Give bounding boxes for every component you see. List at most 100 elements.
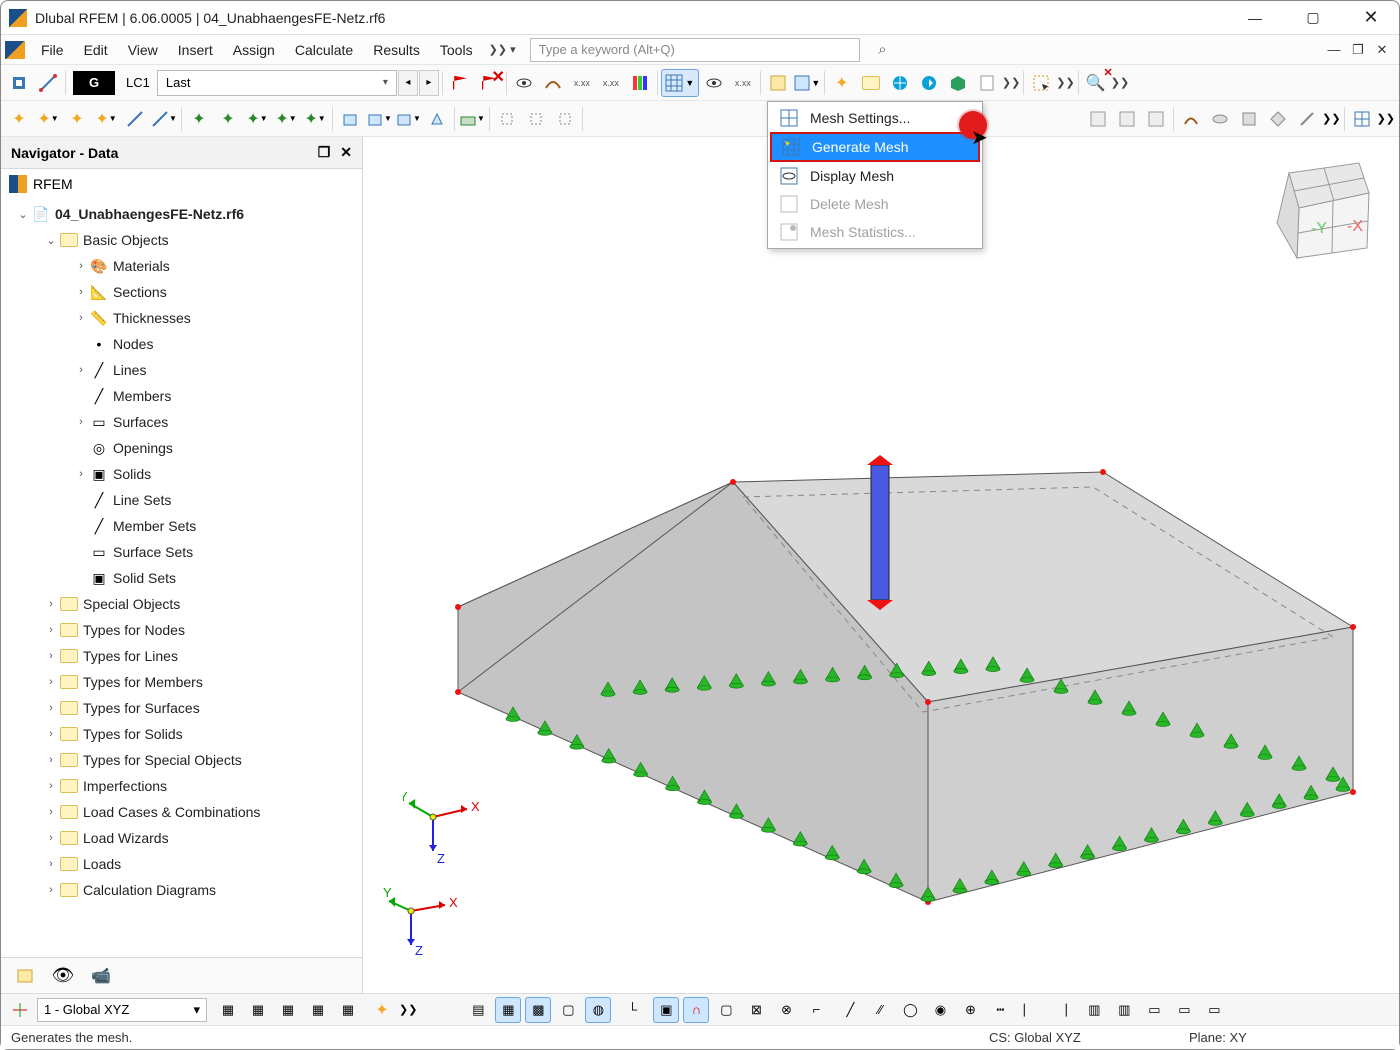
snap-btn-5[interactable]: ▦ [335,997,361,1023]
new-node-button[interactable] [5,69,33,97]
osnap-dash[interactable]: ┅ [987,997,1013,1023]
snap-overflow-icon[interactable]: ❯❯ [399,1003,417,1016]
tree-folder-load-wizards[interactable]: ›Load Wizards [1,825,362,851]
package-button[interactable] [944,69,972,97]
generate-mesh-item[interactable]: Generate Mesh [770,132,980,162]
t2-btn-right-3[interactable] [1142,105,1170,133]
tree-item-surface-sets[interactable]: ▭Surface Sets [1,539,362,565]
menu-view[interactable]: View [118,38,168,62]
tree-folder-calculation-diagrams[interactable]: ›Calculation Diagrams [1,877,362,903]
t2-btn-1[interactable]: ✦ [5,105,33,133]
show-deform-button[interactable] [539,69,567,97]
nav-tab-display-button[interactable]: 👁 [49,963,77,989]
osnap-dline[interactable]: ⁄⁄ [867,997,893,1023]
menu-file[interactable]: File [31,38,74,62]
loadcase-selector[interactable]: Last ▾ [157,70,397,96]
t2-btn-right-2[interactable] [1113,105,1141,133]
snap-L[interactable]: └ [619,997,645,1023]
tree-item-thicknesses[interactable]: ›📏Thicknesses [1,305,362,331]
t2-btn-7[interactable]: ✦ [185,105,213,133]
snap-grid-2[interactable]: ▦ [495,997,521,1023]
osnap-corner[interactable]: ⌐ [803,997,829,1023]
toolbar2-overflow2-icon[interactable]: ❯❯ [1377,112,1395,125]
osnap-circ1[interactable]: ◯ [897,997,923,1023]
t2-btn-right-7[interactable] [1264,105,1292,133]
snap-btn-4[interactable]: ▦ [305,997,331,1023]
tree-folder-types-for-special-objects[interactable]: ›Types for Special Objects [1,747,362,773]
osnap-line[interactable]: ╱ [837,997,863,1023]
tree-folder-types-for-solids[interactable]: ›Types for Solids [1,721,362,747]
tree-folder-loads[interactable]: ›Loads [1,851,362,877]
snap-btn-2[interactable]: ▦ [245,997,271,1023]
toolbar1-overflow2-icon[interactable]: ❯❯ [1056,76,1074,89]
t2-btn-right-5[interactable] [1206,105,1234,133]
calc-dropdown-button[interactable]: ▼ [793,69,821,97]
tree-folder-types-for-lines[interactable]: ›Types for Lines [1,643,362,669]
tree-item-solids[interactable]: ›▣Solids [1,461,362,487]
tree-folder-types-for-surfaces[interactable]: ›Types for Surfaces [1,695,362,721]
osnap-r1[interactable]: ▥ [1081,997,1107,1023]
tree-item-materials[interactable]: ›🎨Materials [1,253,362,279]
t2-btn-8[interactable]: ✦ [214,105,242,133]
tree-item-members[interactable]: ╱Members [1,383,362,409]
menu-results[interactable]: Results [363,38,430,62]
menu-edit[interactable]: Edit [74,38,118,62]
search-icon[interactable]: ⌕ [878,41,886,58]
close-button[interactable]: ✕ [1351,4,1391,32]
calc-button[interactable] [764,69,792,97]
mesh-settings-item[interactable]: Mesh Settings... [770,104,980,132]
maximize-button[interactable]: ▢ [1293,4,1333,32]
display-mesh-item[interactable]: Display Mesh [770,162,980,190]
panel-dock-button[interactable]: ❐ [318,144,331,161]
osnap-magnet[interactable]: ∩ [683,997,709,1023]
show-values-button[interactable] [510,69,538,97]
t2-btn-18[interactable] [522,105,550,133]
snap-grid-1[interactable]: ▤ [465,997,491,1023]
osnap-r4[interactable]: ▭ [1171,997,1197,1023]
tree-folder-types-for-members[interactable]: ›Types for Members [1,669,362,695]
keyword-search-input[interactable]: Type a keyword (Alt+Q) ⌕ [530,38,860,62]
tree-folder-special-objects[interactable]: ›Special Objects [1,591,362,617]
mdi-minimize-button[interactable]: — [1325,41,1343,59]
tree-item-solid-sets[interactable]: ▣Solid Sets [1,565,362,591]
panel-close-button[interactable]: ✕ [340,144,352,161]
t2-btn-right-4[interactable] [1177,105,1205,133]
snap-btn-star[interactable]: ✦ [369,997,395,1023]
model-viewport[interactable]: -Y -X [363,137,1399,993]
mdi-close-button[interactable]: ✕ [1373,41,1391,59]
osnap-r2[interactable]: ▥ [1111,997,1137,1023]
t2-btn-2[interactable]: ✦▼ [34,105,62,133]
osnap-circ2[interactable]: ◉ [927,997,953,1023]
tree-folder-imperfections[interactable]: ›Imperfections [1,773,362,799]
color-scale-button[interactable] [626,69,654,97]
tree-item-openings[interactable]: ◎Openings [1,435,362,461]
tree-item-line-sets[interactable]: ╱Line Sets [1,487,362,513]
new-line-button[interactable] [34,69,62,97]
nav-tab-data-button[interactable] [11,963,39,989]
tree-item-lines[interactable]: ›╱Lines [1,357,362,383]
open-file-button[interactable] [857,69,885,97]
toolbar2-overflow-icon[interactable]: ❯❯ [1322,112,1340,125]
navigator-tree[interactable]: ⌄📄04_UnabhaengesFE-Netz.rf6 ⌄Basic Objec… [1,199,362,957]
eye-button[interactable] [700,69,728,97]
toolbar1-overflow3-icon[interactable]: ❯❯ [1111,76,1129,89]
snap-btn-3[interactable]: ▦ [275,997,301,1023]
nav-tab-video-button[interactable]: 📹 [87,963,115,989]
menu-assign[interactable]: Assign [223,38,285,62]
globe-arrow-button[interactable] [915,69,943,97]
find-clear-button[interactable]: 🔍✕ [1082,69,1110,97]
toolbar1-overflow-icon[interactable]: ❯❯ [1002,76,1020,89]
t2-btn-16[interactable]: ▼ [458,105,486,133]
osnap-circ3[interactable]: ⊕ [957,997,983,1023]
tree-folder-types-for-nodes[interactable]: ›Types for Nodes [1,617,362,643]
navigator-root[interactable]: RFEM [1,169,362,199]
osnap-1[interactable]: ▣ [653,997,679,1023]
menu-insert[interactable]: Insert [168,38,223,62]
tree-folder-load-cases-combinations[interactable]: ›Load Cases & Combinations [1,799,362,825]
orientation-cube[interactable]: -Y -X [1259,153,1379,273]
t2-btn-4[interactable]: ✦▼ [92,105,120,133]
t2-btn-17[interactable] [493,105,521,133]
xxx3-button[interactable]: x.xx [729,69,757,97]
t2-btn-11[interactable]: ✦▼ [301,105,329,133]
osnap-r5[interactable]: ▭ [1201,997,1227,1023]
